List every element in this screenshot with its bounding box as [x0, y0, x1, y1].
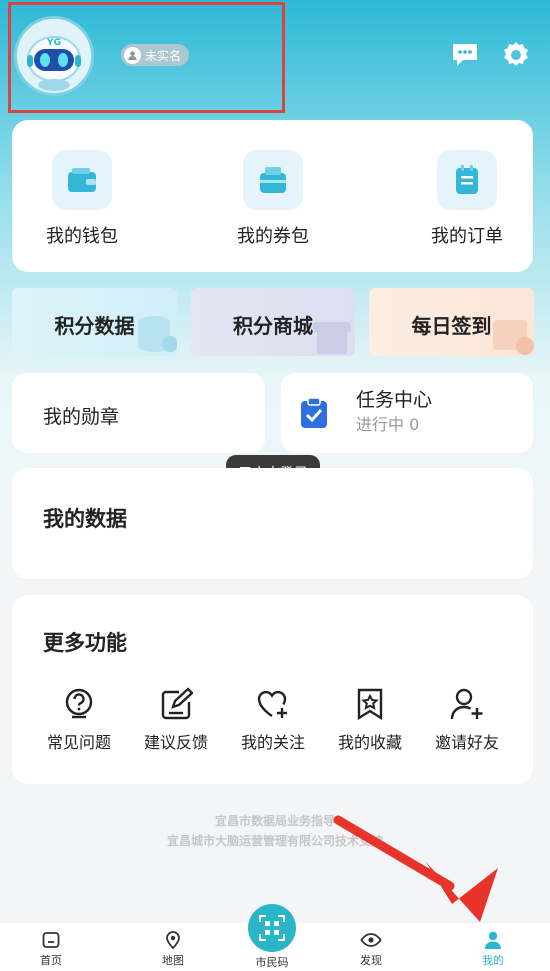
home-icon — [42, 932, 60, 948]
invite-item[interactable]: 邀请好友 — [422, 687, 512, 753]
gear-icon — [504, 42, 528, 66]
tab-map[interactable]: 地图 — [133, 930, 213, 968]
coupon-item[interactable]: 我的券包 — [233, 150, 313, 248]
tab-mine-label: 我的 — [482, 954, 504, 967]
user-add-icon — [450, 688, 483, 720]
eye-icon — [360, 933, 382, 947]
follow-item[interactable]: 我的关注 — [228, 687, 318, 753]
wallet-item[interactable]: 我的钱包 — [42, 150, 122, 248]
my-badges-label: 我的勋章 — [43, 406, 120, 428]
coupon-label: 我的券包 — [237, 226, 309, 247]
follow-label: 我的关注 — [240, 733, 305, 752]
order-icon — [437, 150, 497, 210]
task-center-card[interactable]: 任务中心 进行中 0 — [281, 373, 533, 453]
database-icon — [138, 316, 177, 352]
store-icon — [313, 322, 351, 354]
my-badges-card[interactable]: 我的勋章 — [12, 373, 265, 453]
person-icon — [485, 931, 501, 949]
annotation-arrow — [333, 815, 498, 922]
auth-status-badge[interactable]: 未实名 — [121, 44, 190, 66]
coupon-icon — [243, 150, 303, 210]
points-data-card[interactable]: 积分数据 — [12, 288, 177, 356]
invite-label: 邀请好友 — [434, 733, 499, 752]
calendar-check-icon — [493, 320, 534, 355]
tab-home[interactable]: 首页 — [11, 930, 91, 968]
avatar-mark: YG — [46, 38, 61, 48]
order-item[interactable]: 我的订单 — [427, 150, 507, 248]
feedback-item[interactable]: 建议反馈 — [131, 687, 221, 753]
favorites-label: 我的收藏 — [337, 733, 402, 752]
task-center-title: 任务中心 — [356, 389, 433, 411]
favorites-item[interactable]: 我的收藏 — [325, 687, 415, 753]
tab-mine[interactable]: 我的 — [453, 930, 533, 968]
wallet-label: 我的钱包 — [46, 226, 118, 247]
feedback-icon — [161, 687, 193, 720]
more-functions-card: 更多功能 常见问题 建议反馈 我的关注 我的收藏 邀请好友 — [12, 595, 533, 784]
tab-map-label: 地图 — [162, 954, 184, 967]
my-data-title: 我的数据 — [43, 507, 127, 531]
message-button[interactable] — [450, 40, 480, 70]
tab-citizen-code-label: 市民码 — [255, 956, 289, 969]
faq-label: 常见问题 — [46, 733, 111, 752]
settings-button[interactable] — [500, 39, 532, 71]
more-functions-title: 更多功能 — [43, 631, 127, 655]
tab-home-label: 首页 — [40, 954, 62, 967]
heart-plus-icon — [257, 690, 287, 718]
tab-citizen-code-button[interactable] — [248, 904, 296, 952]
feedback-label: 建议反馈 — [143, 733, 208, 752]
daily-checkin-card[interactable]: 每日签到 — [369, 288, 534, 356]
tab-citizen-code[interactable]: 市民码 — [232, 954, 312, 970]
bookmark-star-icon — [357, 688, 383, 721]
clipboard-check-icon — [301, 397, 327, 428]
wallet-icon — [52, 150, 112, 210]
wallet-card: 我的钱包 我的券包 我的订单 — [12, 120, 533, 272]
auth-status-text: 未实名 — [145, 48, 182, 63]
faq-item[interactable]: 常见问题 — [34, 687, 124, 753]
robot-avatar-icon: YG — [17, 19, 91, 93]
task-center-status: 进行中 0 — [356, 415, 420, 434]
tab-discover-label: 发现 — [360, 954, 382, 967]
user-icon — [124, 46, 141, 64]
my-data-card: 我的数据 — [12, 468, 533, 579]
tab-discover[interactable]: 发现 — [331, 930, 411, 968]
map-pin-icon — [166, 931, 180, 950]
avatar[interactable]: YG — [14, 16, 94, 96]
qr-code-icon — [259, 915, 285, 941]
chat-bubble-icon — [453, 44, 477, 66]
points-store-card[interactable]: 积分商城 — [191, 288, 355, 356]
question-icon — [65, 688, 93, 719]
order-label: 我的订单 — [431, 226, 503, 247]
